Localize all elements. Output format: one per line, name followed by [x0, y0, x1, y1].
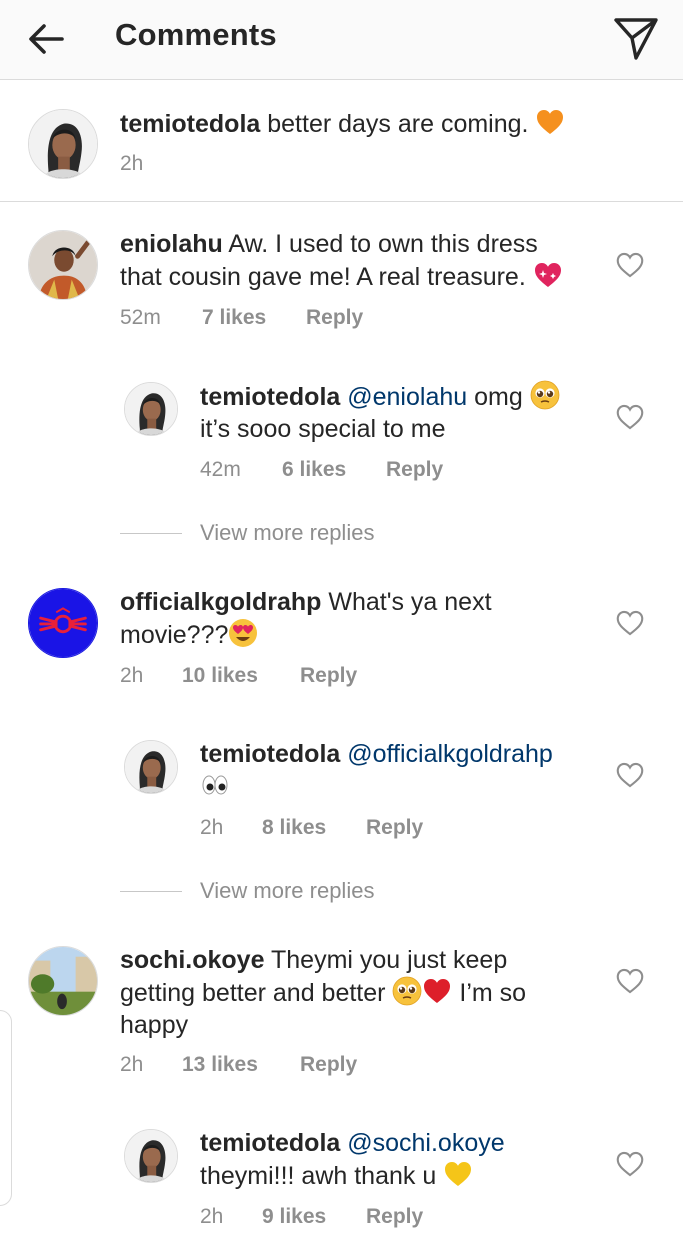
- comment-time: 52m: [120, 306, 161, 329]
- reply-time: 42m: [200, 458, 241, 481]
- comment-username[interactable]: eniolahu: [120, 230, 223, 258]
- reply-button[interactable]: Reply: [306, 306, 363, 330]
- comment-username[interactable]: sochi.okoye: [120, 946, 265, 974]
- likes-count[interactable]: 8 likes: [262, 816, 326, 840]
- comment-body-line1: What's ya next: [328, 588, 492, 616]
- likes-count[interactable]: 9 likes: [262, 1205, 326, 1229]
- arrow-left-icon[interactable]: [22, 18, 70, 60]
- comment-text: eniolahu Aw. I used to own this dress th…: [120, 228, 600, 293]
- view-more-label: View more replies: [200, 520, 375, 545]
- reply-body-line2: it’s sooo special to me: [200, 415, 446, 443]
- likes-count[interactable]: 10 likes: [182, 664, 258, 688]
- heart-outline-icon[interactable]: [616, 762, 644, 788]
- caption-body: better days are coming.: [267, 110, 529, 138]
- heart-outline-icon[interactable]: [616, 1151, 644, 1177]
- reply-button[interactable]: Reply: [300, 1053, 357, 1077]
- comment-body-line2b: I’m so: [459, 979, 527, 1007]
- heart-outline-icon[interactable]: [616, 252, 644, 278]
- comment-body-line2: movie???: [120, 621, 229, 649]
- reply-text: temiotedola @officialkgoldrahp: [200, 738, 610, 803]
- orange-heart-emoji: [535, 107, 565, 137]
- avatar[interactable]: [28, 588, 98, 658]
- avatar[interactable]: [28, 946, 98, 1016]
- comment-text: officialkgoldrahp What's ya next movie??…: [120, 586, 600, 651]
- avatar[interactable]: [124, 1129, 178, 1183]
- mention-link[interactable]: @officialkgoldrahp: [347, 740, 553, 768]
- post-caption: temiotedola better days are coming. 2h: [0, 80, 683, 202]
- reply-button[interactable]: Reply: [366, 1205, 423, 1229]
- heart-outline-icon[interactable]: [616, 968, 644, 994]
- reply-body-line1: omg: [474, 383, 523, 411]
- sparkling-heart-emoji: [533, 260, 563, 290]
- caption-username[interactable]: temiotedola: [120, 110, 260, 138]
- reply-time: 2h: [200, 816, 224, 839]
- comment-time: 2h: [120, 1053, 144, 1076]
- side-panel-edge: [0, 1010, 12, 1206]
- comment-body-line2a: getting better and better: [120, 979, 386, 1007]
- heart-outline-icon[interactable]: [616, 404, 644, 430]
- paper-plane-icon[interactable]: [610, 12, 662, 64]
- reply-button[interactable]: Reply: [300, 664, 357, 688]
- reply-body-line2: theymi!!! awh thank u: [200, 1162, 437, 1190]
- mention-link[interactable]: @sochi.okoye: [347, 1129, 504, 1157]
- reply-username[interactable]: temiotedola: [200, 383, 340, 411]
- comment-username[interactable]: officialkgoldrahp: [120, 588, 321, 616]
- comment-body-line1: Theymi you just keep: [271, 946, 508, 974]
- likes-count[interactable]: 7 likes: [202, 306, 266, 330]
- comment-body-line1: Aw. I used to own this dress: [228, 230, 538, 258]
- red-heart-emoji: [422, 976, 452, 1006]
- likes-count[interactable]: 6 likes: [282, 458, 346, 482]
- comment-text: sochi.okoye Theymi you just keep getting…: [120, 944, 600, 1041]
- reply-button[interactable]: Reply: [386, 458, 443, 482]
- reply-button[interactable]: Reply: [366, 816, 423, 840]
- avatar[interactable]: [124, 740, 178, 794]
- reply-text: temiotedola @sochi.okoye theymi!!! awh t…: [200, 1127, 600, 1192]
- header-bar: Comments: [0, 0, 683, 80]
- view-more-label: View more replies: [200, 878, 375, 903]
- likes-count[interactable]: 13 likes: [182, 1053, 258, 1077]
- page-title: Comments: [115, 17, 277, 52]
- heart-eyes-emoji: [228, 618, 258, 648]
- pleading-face-emoji: [392, 976, 422, 1006]
- pleading-face-emoji: [530, 380, 560, 410]
- reply-username[interactable]: temiotedola: [200, 740, 340, 768]
- eyes-emoji: [200, 770, 230, 800]
- reply-time: 2h: [200, 1205, 224, 1228]
- heart-outline-icon[interactable]: [616, 610, 644, 636]
- avatar[interactable]: [28, 109, 98, 179]
- mention-link[interactable]: @eniolahu: [347, 383, 467, 411]
- reply-username[interactable]: temiotedola: [200, 1129, 340, 1157]
- caption-text: temiotedola better days are coming.: [120, 107, 660, 140]
- comment-body-line3: happy: [120, 1011, 189, 1039]
- divider-line: [120, 891, 182, 892]
- avatar[interactable]: [124, 382, 178, 436]
- comment-body-line2: that cousin gave me! A real treasure.: [120, 263, 526, 291]
- yellow-heart-emoji: [443, 1159, 473, 1189]
- caption-time: 2h: [120, 152, 144, 175]
- comment-time: 2h: [120, 664, 144, 687]
- avatar[interactable]: [28, 230, 98, 300]
- reply-text: temiotedola @eniolahu omg it’s sooo spec…: [200, 380, 600, 445]
- divider-line: [120, 533, 182, 534]
